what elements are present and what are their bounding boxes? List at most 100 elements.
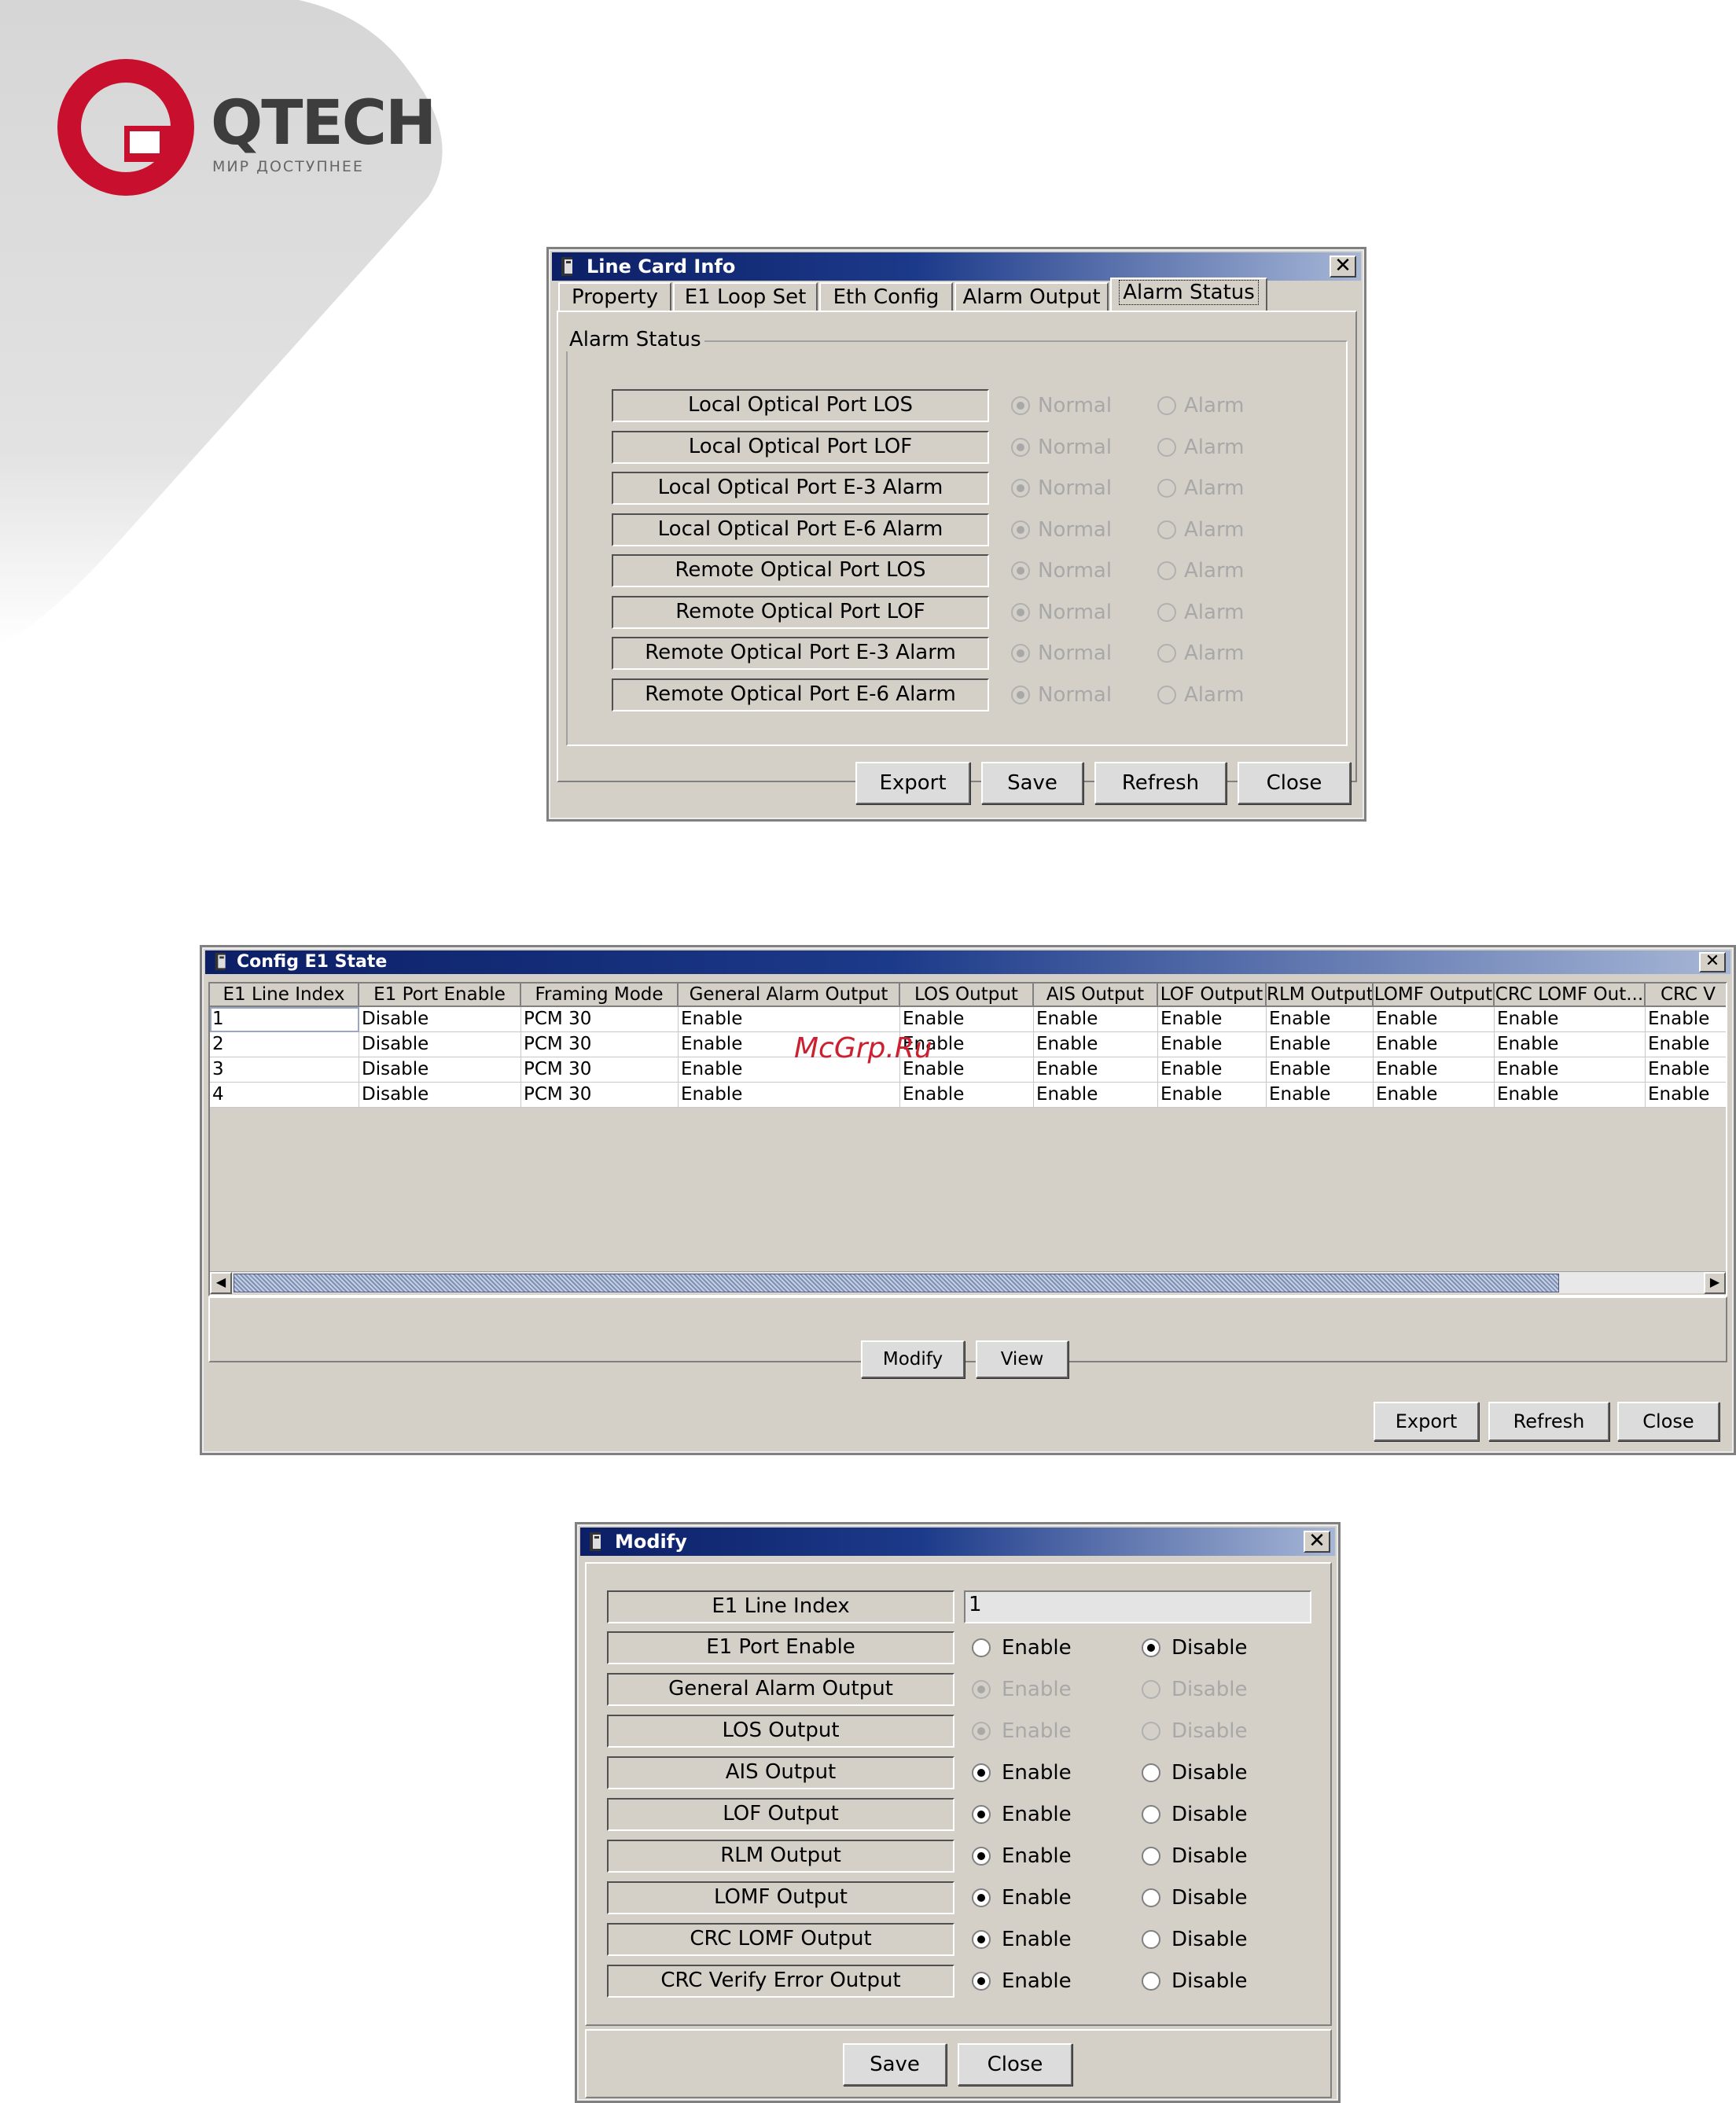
normal-radio <box>1011 685 1030 704</box>
disable-radio[interactable] <box>1142 1805 1160 1824</box>
close-icon[interactable]: ✕ <box>1330 256 1356 278</box>
enable-radio[interactable] <box>972 1638 991 1657</box>
tab-alarm-status[interactable]: Alarm Status <box>1110 278 1267 312</box>
modify-button[interactable]: Modify <box>861 1340 965 1378</box>
enable-radio[interactable] <box>972 1888 991 1907</box>
alarm-radio <box>1157 561 1176 580</box>
column-header[interactable]: LOF Output <box>1158 983 1267 1007</box>
enable-radio[interactable] <box>972 1847 991 1866</box>
config-e1-titlebar: Config E1 State ✕ <box>205 950 1730 974</box>
enable-radio-label: Enable <box>1002 1636 1072 1660</box>
disable-radio[interactable] <box>1142 1972 1160 1991</box>
save-button[interactable]: Save <box>843 2043 947 2086</box>
disable-radio-label: Disable <box>1171 1803 1248 1826</box>
e1-line-index-field[interactable]: 1 <box>964 1590 1311 1623</box>
enable-radio <box>972 1680 991 1699</box>
alarm-row-label-text: Remote Optical Port E-3 Alarm <box>645 641 956 664</box>
refresh-button[interactable]: Refresh <box>1094 762 1227 804</box>
table-row[interactable]: 1 Disable PCM 30 Enable Enable Enable Enable En… <box>210 1007 1726 1032</box>
disable-radio[interactable] <box>1142 1638 1160 1657</box>
close-icon[interactable]: ✕ <box>1304 1531 1330 1553</box>
alarm-radio-label: Alarm <box>1184 559 1245 583</box>
alarm-row-label: Remote Optical Port LOF <box>612 595 989 629</box>
line-card-info-window: Line Card Info ✕ Property E1 Loop Set Et… <box>546 247 1366 822</box>
column-header[interactable]: E1 Line Index <box>210 983 359 1007</box>
horizontal-scrollbar[interactable]: ◀ ▶ <box>210 1271 1726 1294</box>
alarm-radio-label: Alarm <box>1184 517 1245 542</box>
scroll-left-icon[interactable]: ◀ <box>210 1272 232 1294</box>
table-cell: 1 <box>210 1007 359 1032</box>
radio-dot <box>977 1894 985 1902</box>
column-header[interactable]: Framing Mode <box>521 983 679 1007</box>
disable-radio[interactable] <box>1142 1763 1160 1782</box>
normal-radio-label: Normal <box>1038 600 1113 624</box>
alarm-row-label: Local Optical Port LOF <box>612 430 989 464</box>
disable-radio[interactable] <box>1142 1888 1160 1907</box>
alarm-row-label-text: Remote Optical Port E-6 Alarm <box>645 682 956 706</box>
table-cell: Enable <box>1374 1032 1495 1057</box>
enable-radio[interactable] <box>972 1763 991 1782</box>
window-app-icon <box>561 257 572 276</box>
tab-e1-loop-set[interactable]: E1 Loop Set <box>673 282 818 312</box>
column-header[interactable]: AIS Output <box>1034 983 1158 1007</box>
column-header[interactable]: General Alarm Output <box>679 983 900 1007</box>
radio-dot <box>977 1769 985 1777</box>
export-button[interactable]: Export <box>855 762 970 804</box>
disable-radio[interactable] <box>1142 1847 1160 1866</box>
disable-radio-label: Disable <box>1171 1928 1248 1951</box>
table-cell: Enable <box>900 1083 1034 1108</box>
table-cell: Enable <box>1158 1083 1267 1108</box>
table-cell: Enable <box>1267 1007 1374 1032</box>
tab-alarm-output[interactable]: Alarm Output <box>954 282 1109 312</box>
close-button[interactable]: Close <box>1617 1402 1719 1441</box>
column-header[interactable]: CRC LOMF Out... <box>1495 983 1646 1007</box>
table-cell: Enable <box>1374 1007 1495 1032</box>
normal-radio-label: Normal <box>1038 435 1113 459</box>
option-label: LOS Output <box>607 1715 954 1748</box>
view-button[interactable]: View <box>976 1340 1068 1378</box>
disable-radio-label: Disable <box>1171 1719 1248 1743</box>
column-header[interactable]: LOMF Output <box>1374 983 1495 1007</box>
table-cell: PCM 30 <box>521 1007 679 1032</box>
column-header[interactable]: CRC V <box>1646 983 1726 1007</box>
table-cell: Enable <box>1495 1083 1646 1108</box>
radio-dot <box>977 1727 985 1735</box>
enable-radio-label: Enable <box>1002 1969 1072 1993</box>
close-icon[interactable]: ✕ <box>1699 952 1726 972</box>
save-button[interactable]: Save <box>981 762 1083 804</box>
enable-radio[interactable] <box>972 1930 991 1949</box>
alarm-row-label: Remote Optical Port E-6 Alarm <box>612 678 989 711</box>
table-row[interactable]: 4 Disable PCM 30 Enable Enable Enable Enable En… <box>210 1083 1726 1108</box>
enable-radio[interactable] <box>972 1972 991 1991</box>
enable-radio-label: Enable <box>1002 1928 1072 1951</box>
normal-radio <box>1011 561 1030 580</box>
tab-eth-config[interactable]: Eth Config <box>819 282 953 312</box>
column-header[interactable]: LOS Output <box>900 983 1034 1007</box>
group-title: Alarm Status <box>566 328 704 351</box>
enable-radio-label: Enable <box>1002 1886 1072 1910</box>
table-row[interactable]: 2 Disable PCM 30 Enable Enable Enable Enable En… <box>210 1032 1726 1057</box>
export-button[interactable]: Export <box>1374 1402 1479 1441</box>
close-button[interactable]: Close <box>1238 762 1351 804</box>
column-header[interactable]: RLM Output <box>1267 983 1374 1007</box>
radio-dot <box>1017 525 1024 534</box>
option-label-text: CRC LOMF Output <box>690 1927 872 1950</box>
normal-radio <box>1011 396 1030 415</box>
radio-dot <box>977 1686 985 1693</box>
scroll-right-icon[interactable]: ▶ <box>1704 1272 1726 1294</box>
alarm-row-label-text: Remote Optical Port LOF <box>675 599 925 623</box>
table-cell: Enable <box>1034 1057 1158 1083</box>
enable-radio[interactable] <box>972 1805 991 1824</box>
normal-radio <box>1011 437 1030 457</box>
scroll-thumb[interactable] <box>234 1274 1559 1292</box>
option-label-text: AIS Output <box>725 1760 837 1784</box>
alarm-row-label-text: Local Optical Port LOF <box>688 434 913 458</box>
table-row[interactable]: 3 Disable PCM 30 Enable Enable Enable Enable En… <box>210 1057 1726 1083</box>
table-button-panel <box>208 1296 1727 1362</box>
tab-property[interactable]: Property <box>558 282 671 312</box>
option-label-text: E1 Port Enable <box>706 1635 855 1659</box>
refresh-button[interactable]: Refresh <box>1488 1402 1609 1441</box>
close-button[interactable]: Close <box>958 2043 1072 2086</box>
column-header[interactable]: E1 Port Enable <box>359 983 521 1007</box>
disable-radio[interactable] <box>1142 1930 1160 1949</box>
